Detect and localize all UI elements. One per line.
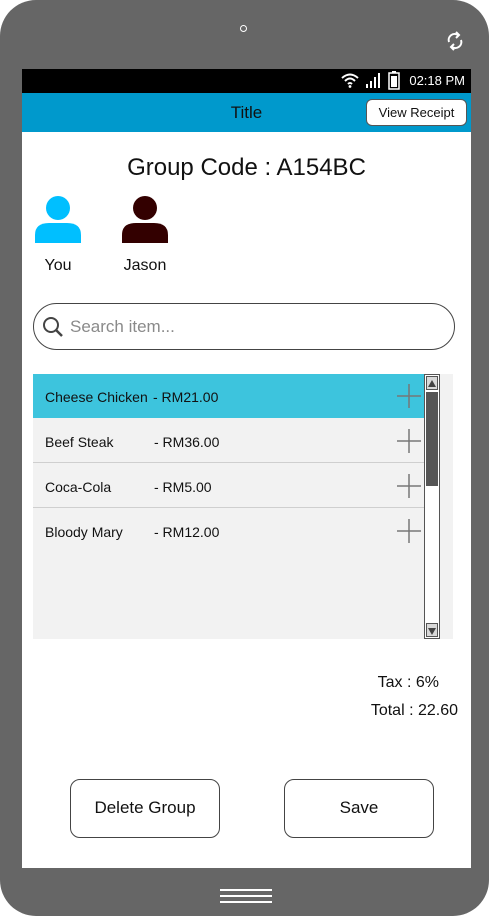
tax-label: Tax : 6% <box>377 674 439 691</box>
item-price: - RM21.00 <box>153 389 219 405</box>
camera-dot <box>240 25 247 32</box>
list-item[interactable]: Coca-Cola - RM5.00 <box>33 464 427 508</box>
member-jason[interactable]: Jason <box>110 195 180 275</box>
list-item[interactable]: Cheese Chicken - RM21.00 <box>33 374 427 418</box>
user-icon <box>122 196 168 243</box>
plus-icon[interactable] <box>397 384 421 408</box>
item-name: Cheese Chicken <box>45 389 148 405</box>
item-name: Beef Steak <box>45 434 114 450</box>
view-receipt-button[interactable]: View Receipt <box>366 99 467 126</box>
list-item[interactable]: Beef Steak - RM36.00 <box>33 419 427 463</box>
member-name: Jason <box>123 257 167 274</box>
item-price: - RM36.00 <box>154 434 220 450</box>
list-scrollbar[interactable] <box>424 374 440 639</box>
signal-icon <box>366 73 380 88</box>
divider <box>33 461 427 463</box>
plus-icon[interactable] <box>397 519 421 543</box>
item-name: Bloody Mary <box>45 524 123 540</box>
status-bar: 02:18 PM <box>22 69 471 93</box>
member-name: You <box>44 257 72 274</box>
phone-screen: 02:18 PM Title View Receipt Group Code :… <box>22 69 471 868</box>
rotate-icon[interactable] <box>444 30 466 52</box>
item-price: - RM12.00 <box>154 524 220 540</box>
triangle-down-icon <box>428 628 436 635</box>
menu-lines-icon[interactable] <box>220 888 272 906</box>
scroll-thumb[interactable] <box>426 392 438 486</box>
item-list: Cheese Chicken - RM21.00 Beef Steak - RM… <box>33 374 453 639</box>
scroll-down-button[interactable] <box>426 623 438 637</box>
item-price: - RM5.00 <box>154 479 212 495</box>
save-button[interactable]: Save <box>284 779 434 838</box>
divider <box>33 506 427 508</box>
device-frame: 02:18 PM Title View Receipt Group Code :… <box>0 0 489 916</box>
search-box[interactable] <box>33 303 455 350</box>
delete-group-button[interactable]: Delete Group <box>70 779 220 838</box>
search-icon <box>43 317 63 337</box>
wifi-icon <box>341 73 359 88</box>
plus-icon[interactable] <box>397 429 421 453</box>
plus-icon[interactable] <box>397 474 421 498</box>
member-you[interactable]: You <box>23 195 93 275</box>
search-input[interactable] <box>68 312 442 342</box>
scroll-up-button[interactable] <box>426 376 438 390</box>
item-name: Coca-Cola <box>45 479 112 495</box>
battery-icon <box>388 71 400 90</box>
total-label: Total : 22.60 <box>370 702 458 719</box>
triangle-up-icon <box>428 380 436 387</box>
list-item[interactable]: Bloody Mary - RM12.00 <box>33 509 427 553</box>
group-code-heading: Group Code : A154BC <box>127 154 366 181</box>
title-bar: Title View Receipt <box>22 93 471 132</box>
user-icon <box>35 196 81 243</box>
status-time: 02:18 PM <box>409 73 465 88</box>
